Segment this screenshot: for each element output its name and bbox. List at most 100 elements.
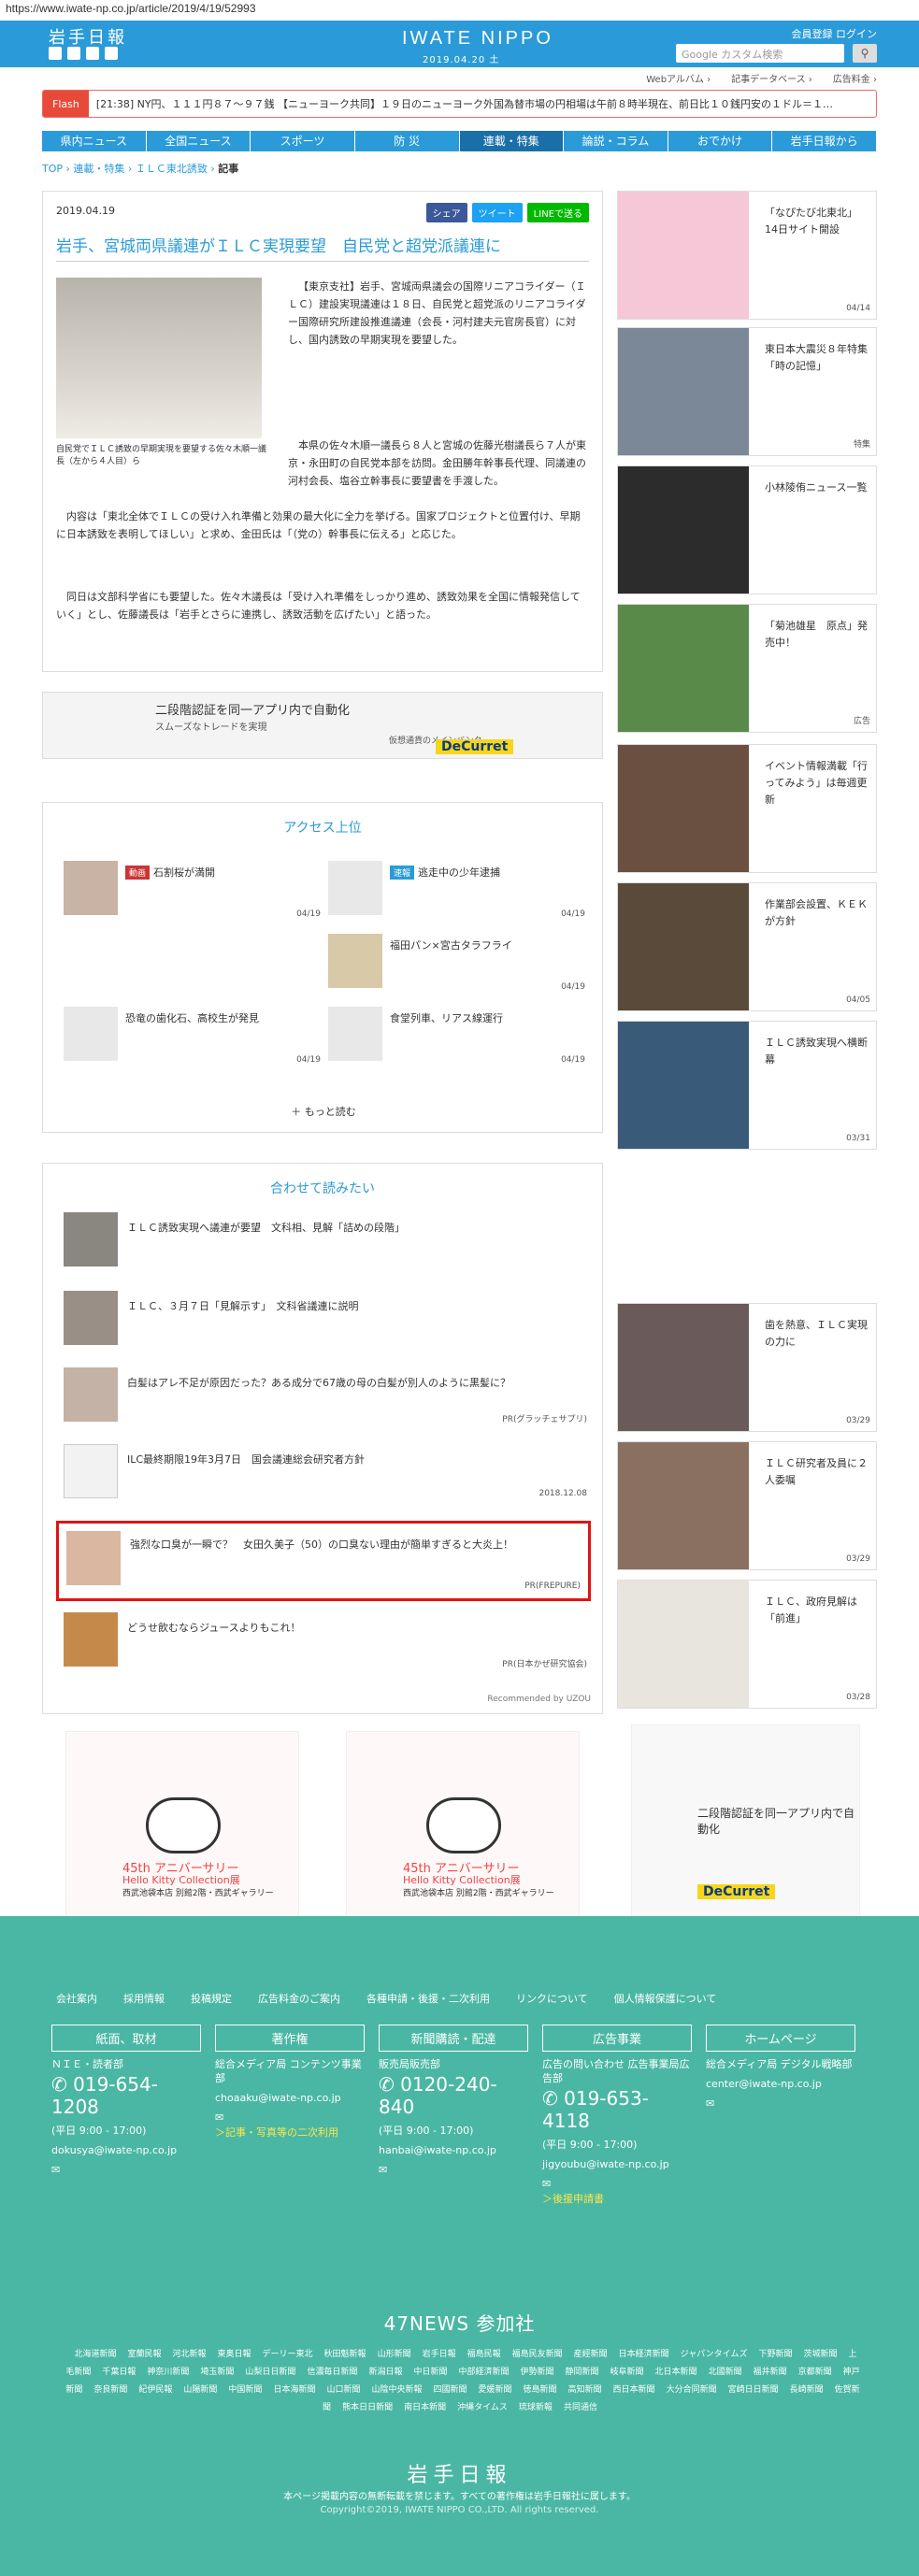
list-item[interactable]: ILC最終期限19年3月7日 国会議連総会研究者方針 2018.12.08 [64, 1444, 587, 1500]
line-share-button[interactable]: LINEで送る [526, 203, 589, 222]
sponsor-link[interactable]: ＞後援申請書 [542, 2191, 692, 2206]
partner-paper-link[interactable]: 京都新聞 [798, 2368, 832, 2377]
partner-paper-link[interactable]: 山口新聞 [326, 2385, 360, 2395]
nav-outing[interactable]: おでかけ [668, 131, 773, 151]
list-item[interactable]: 恐竜の歯化石、高校生が発見 04/19 [64, 1007, 321, 1065]
partner-paper-link[interactable]: 神奈川新聞 [147, 2368, 189, 2377]
partner-paper-link[interactable]: 山形新聞 [378, 2350, 411, 2359]
mail-icon[interactable]: ✉ [379, 2163, 528, 2177]
phone-icon[interactable]: ✆ 019-654-1208 [51, 2073, 201, 2118]
nav-sports[interactable]: スポーツ [251, 131, 355, 151]
crumb-features[interactable]: 連載・特集 [73, 163, 124, 175]
partner-paper-link[interactable]: 山陽新聞 [183, 2385, 217, 2395]
partner-paper-link[interactable]: 福島民報 [467, 2350, 501, 2359]
partner-paper-link[interactable]: 静岡新聞 [566, 2368, 599, 2377]
col-heading[interactable]: 著作権 [215, 2025, 365, 2052]
partner-paper-link[interactable]: 信濃毎日新聞 [307, 2368, 357, 2377]
partner-paper-link[interactable]: 北海道新聞 [74, 2350, 116, 2359]
sidebar-item[interactable]: 東日本大震災８年特集「時の記憶」 特集 [617, 327, 877, 456]
more-button[interactable]: ＋ もっと読む [43, 1104, 604, 1119]
sidebar-item[interactable]: 「なぴたび北東北」14日サイト開設 04/14 [617, 191, 877, 320]
search-input[interactable]: Google カスタム検索 [676, 44, 844, 63]
mail-icon[interactable]: ✉ [706, 2097, 855, 2111]
col-heading[interactable]: 紙面、取材 [51, 2025, 201, 2052]
list-item[interactable]: ＩＬＣ誘致実現へ議連が要望 文科相、見解「詰めの段階」 [64, 1212, 587, 1268]
phone-icon[interactable]: ✆ 0120-240-840 [379, 2073, 528, 2118]
partner-paper-link[interactable]: 沖縄タイムス [457, 2403, 508, 2412]
side-banner-ad[interactable]: 二段階認証を同一アプリ内で自動化 DeCurret [631, 1724, 860, 1916]
nav-from-nippo[interactable]: 岩手日報から [772, 131, 877, 151]
footer-link[interactable]: 採用情報 [123, 1991, 165, 2006]
footer-link[interactable]: 投稿規定 [191, 1991, 232, 2006]
col-heading[interactable]: ホームページ [706, 2025, 855, 2052]
partner-paper-link[interactable]: 愛媛新聞 [479, 2385, 512, 2395]
partner-paper-link[interactable]: 下野新聞 [758, 2350, 792, 2359]
mail-link[interactable]: jigyoubu@iwate-np.co.jp [542, 2157, 692, 2171]
col-heading[interactable]: 広告事業 [542, 2025, 692, 2052]
flash-text[interactable]: [21:38] NY円、１１１円８７～９７銭 【ニューヨーク共同】１９日のニュー… [89, 96, 833, 111]
partner-paper-link[interactable]: 高知新聞 [568, 2385, 602, 2395]
crumb-top[interactable]: TOP [42, 163, 63, 175]
crumb-ilc[interactable]: ＩＬＣ東北誘致 [136, 163, 208, 175]
partner-paper-link[interactable]: 大分合同新聞 [667, 2385, 717, 2395]
partner-paper-link[interactable]: 岐阜新聞 [610, 2368, 644, 2377]
partner-paper-link[interactable]: デーリー東北 [263, 2350, 313, 2359]
instagram-icon[interactable] [105, 47, 118, 60]
partner-paper-link[interactable]: 茨城新聞 [804, 2350, 838, 2359]
flash-ticker[interactable]: Flash [21:38] NY円、１１１円８７～９７銭 【ニューヨーク共同】１… [42, 90, 877, 118]
twitter-icon[interactable] [49, 47, 62, 60]
mail-link[interactable]: dokusya@iwate-np.co.jp [51, 2143, 201, 2157]
list-item[interactable]: どうせ飲むならジュースよりもこれ！ PR(日本かぜ研究協会) [64, 1612, 587, 1669]
album-link[interactable]: Webアルバム › [646, 71, 711, 85]
partner-paper-link[interactable]: 紀伊民報 [138, 2385, 172, 2395]
partner-paper-link[interactable]: 室蘭民報 [127, 2350, 161, 2359]
tweet-button[interactable]: ツイート [471, 203, 523, 222]
banner-ad[interactable]: 二段階認証を同一アプリ内で自動化 スムーズなトレードを実現 仮想通貨のメインバン… [42, 692, 603, 759]
article-photo[interactable] [56, 278, 262, 438]
footer-link[interactable]: 広告料金のご案内 [258, 1991, 340, 2006]
sidebar-item[interactable]: ＩＬＣ、政府見解は「前進」 03/28 [617, 1580, 877, 1709]
list-item[interactable]: 福田パン×宮古タラフライ 04/19 [328, 934, 585, 992]
footer-link[interactable]: 個人情報保護について [614, 1991, 717, 2006]
partner-paper-link[interactable]: 奈良新聞 [93, 2385, 127, 2395]
partner-paper-link[interactable]: 中部経済新聞 [458, 2368, 509, 2377]
partner-paper-link[interactable]: 宮崎日日新聞 [728, 2385, 779, 2395]
partner-paper-link[interactable]: 南日本新聞 [404, 2403, 446, 2412]
partner-paper-link[interactable]: 山陰中央新報 [371, 2385, 422, 2395]
database-link[interactable]: 記事データベース › [731, 71, 812, 85]
secondary-use-link[interactable]: ＞記事・写真等の二次利用 [215, 2125, 365, 2140]
partner-paper-link[interactable]: 福島民友新聞 [512, 2350, 563, 2359]
partner-paper-link[interactable]: 琉球新報 [519, 2403, 553, 2412]
partner-paper-link[interactable]: 日本経済新聞 [619, 2350, 669, 2359]
col-heading[interactable]: 新聞購読・配達 [379, 2025, 528, 2052]
partner-paper-link[interactable]: 東奥日報 [218, 2350, 251, 2359]
logo[interactable]: 岩手日報 [49, 24, 127, 49]
partner-paper-link[interactable]: 新潟日報 [368, 2368, 402, 2377]
search-icon[interactable]: ⚲ [853, 44, 877, 63]
nav-local[interactable]: 県内ニュース [42, 131, 147, 151]
footer-logo[interactable]: 岩手日報 [0, 2458, 919, 2488]
sidebar-item[interactable]: ＩＬＣ誘致実現へ横断幕 03/31 [617, 1021, 877, 1150]
partner-paper-link[interactable]: 中国新聞 [228, 2385, 262, 2395]
mail-icon[interactable] [86, 47, 99, 60]
partner-paper-link[interactable]: 北日本新聞 [655, 2368, 697, 2377]
list-item[interactable]: 速報 逃走中の少年逮捕 04/19 [328, 861, 585, 919]
partner-paper-link[interactable]: ジャパンタイムズ [681, 2350, 748, 2359]
partner-paper-link[interactable]: 四國新聞 [433, 2385, 467, 2395]
partner-paper-link[interactable]: 産經新聞 [574, 2350, 608, 2359]
list-item[interactable]: 食堂列車、リアス線運行 04/19 [328, 1007, 585, 1065]
nav-disaster[interactable]: 防 災 [355, 131, 460, 151]
footer-link[interactable]: リンクについて [516, 1991, 588, 2006]
list-item[interactable]: 白髪はアレ不足が原因だった？ある成分で67歳の母の白髪が別人のように黒髪に？ PR… [64, 1367, 587, 1424]
partner-paper-link[interactable]: 福井新聞 [754, 2368, 787, 2377]
partner-paper-link[interactable]: 秋田魁新報 [324, 2350, 366, 2359]
partner-paper-link[interactable]: 北國新聞 [709, 2368, 742, 2377]
sidebar-item[interactable]: イベント情報満載「行ってみよう」は毎週更新 [617, 744, 877, 873]
partner-paper-link[interactable]: 熊本日日新聞 [342, 2403, 393, 2412]
footer-link[interactable]: 会社案内 [56, 1991, 97, 2006]
nav-features[interactable]: 連載・特集 [459, 131, 565, 151]
footer-link[interactable]: 各種申請・後援・二次利用 [366, 1991, 490, 2006]
list-item[interactable]: ＩＬＣ、３月７日「見解示す」 文科省議連に説明 [64, 1291, 587, 1347]
mail-link[interactable]: center@iwate-np.co.jp [706, 2077, 855, 2091]
partner-paper-link[interactable]: 中日新聞 [413, 2368, 447, 2377]
